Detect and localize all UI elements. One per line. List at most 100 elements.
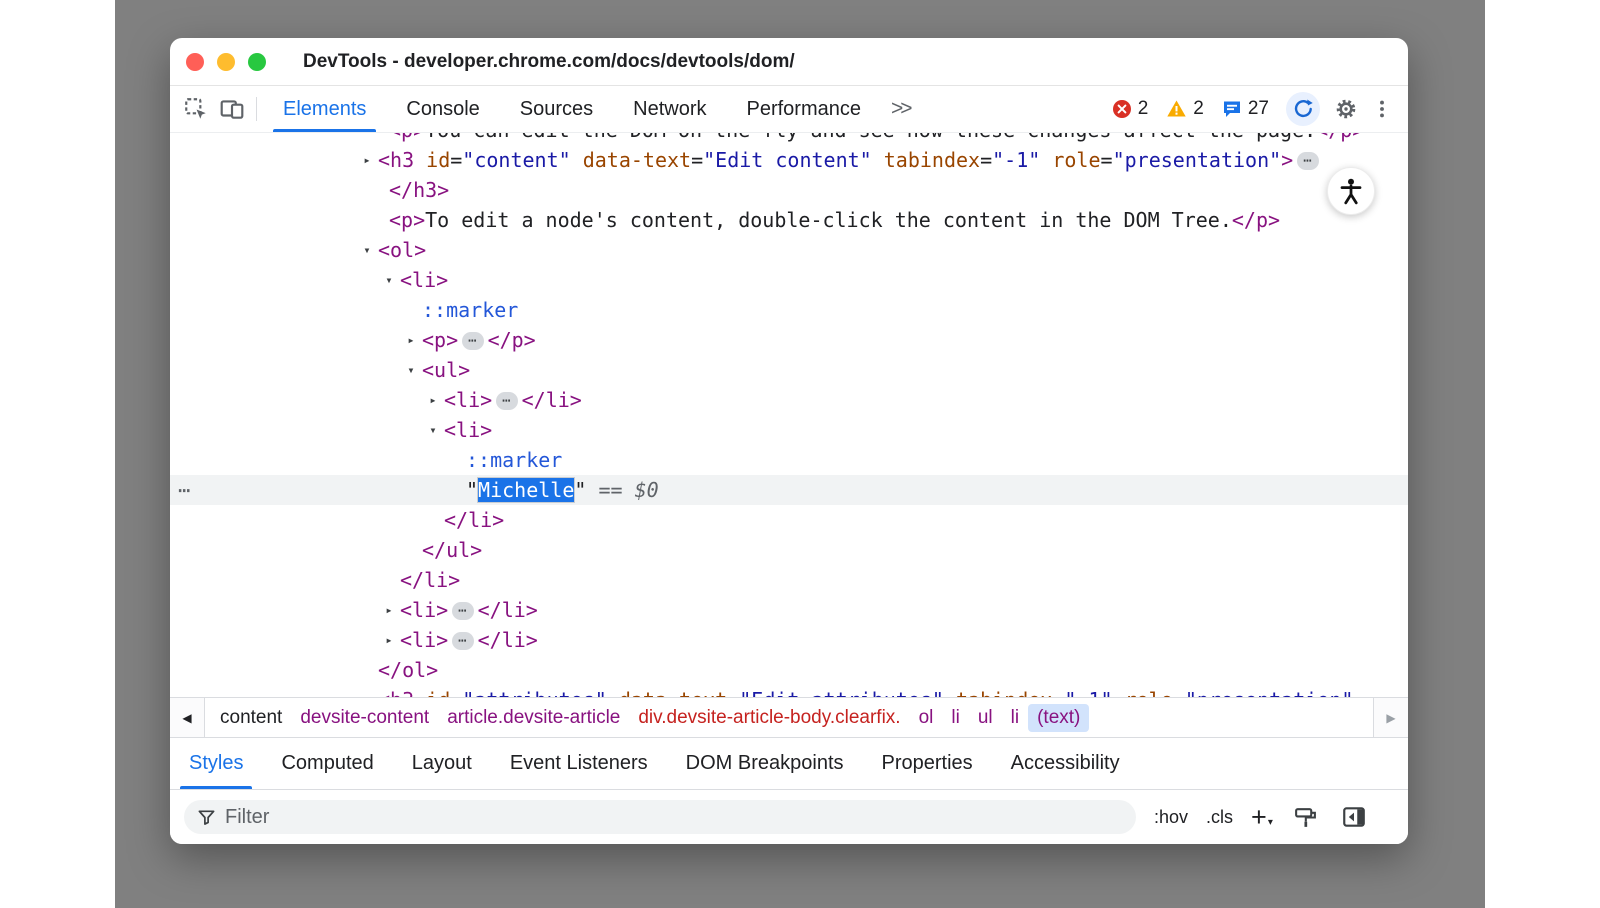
breadcrumb-item-devsite-content[interactable]: devsite-content (291, 704, 438, 732)
dom-tree-row[interactable]: ▸<p>⋯</p> (170, 325, 1408, 355)
right-arrow-icon: ▶ (1386, 711, 1395, 725)
settings-button[interactable] (1328, 91, 1364, 127)
edited-text-selection: Michelle (478, 478, 574, 502)
sidebar-tab-computed[interactable]: Computed (262, 738, 392, 789)
row-tokens: </ol> (378, 655, 438, 685)
new-style-rule-button[interactable]: + ▾ (1251, 805, 1273, 829)
row-tokens: <li>⋯</li> (400, 595, 538, 625)
expand-arrow-icon[interactable]: ▸ (359, 685, 375, 697)
breadcrumb-item-div-devsite-article-body-clearfix[interactable]: div.devsite-article-body.clearfix. (629, 704, 909, 732)
menu-button[interactable] (1364, 91, 1400, 127)
dom-tree-row[interactable]: ▸<li>⋯</li> (170, 385, 1408, 415)
sidebar-tab-styles[interactable]: Styles (170, 738, 262, 789)
dom-tree-row[interactable]: </ul> (170, 535, 1408, 565)
collapse-arrow-icon[interactable]: ▾ (381, 265, 397, 295)
breadcrumb-item-li[interactable]: li (1002, 704, 1028, 732)
row-tokens: <li>⋯</li> (444, 385, 582, 415)
inline-expand-icon[interactable]: ⋯ (1297, 152, 1318, 170)
minimize-button[interactable] (217, 53, 235, 71)
collapse-arrow-icon[interactable]: ▾ (425, 415, 441, 445)
collapse-arrow-icon[interactable]: ▾ (359, 235, 375, 265)
inline-text-editor[interactable]: Michelle (478, 478, 574, 502)
inline-expand-icon[interactable]: ⋯ (452, 632, 473, 650)
breadcrumb-scroll-right[interactable]: ▶ (1373, 698, 1408, 737)
error-badge[interactable]: 2 (1112, 98, 1149, 120)
dom-tree-row[interactable]: ▸<li>⋯ </li> (170, 625, 1408, 655)
breadcrumb-item-ul[interactable]: ul (969, 704, 1002, 732)
inline-expand-icon[interactable]: ⋯ (452, 602, 473, 620)
dom-tree-row[interactable]: <p>To edit a node's content, double-clic… (170, 205, 1408, 235)
inline-expand-icon[interactable]: ⋯ (496, 392, 517, 410)
sidebar-tab-dom-breakpoints[interactable]: DOM Breakpoints (667, 738, 863, 789)
expand-arrow-icon[interactable]: ▸ (381, 625, 397, 655)
dom-tree-row[interactable]: ::marker (170, 295, 1408, 325)
device-frames-icon (219, 96, 245, 122)
inline-expand-icon[interactable]: ⋯ (462, 332, 483, 350)
dom-tree-row[interactable]: ▾<ol> (170, 235, 1408, 265)
expand-arrow-icon[interactable]: ▸ (425, 385, 441, 415)
breadcrumb-item-li[interactable]: li (942, 704, 968, 732)
maximize-button[interactable] (248, 53, 266, 71)
device-toolbar-icon[interactable] (214, 91, 250, 127)
token-val: "Edit content" (703, 148, 872, 172)
token-tag: <p> (422, 328, 458, 352)
close-button[interactable] (186, 53, 204, 71)
expand-arrow-icon[interactable]: ▸ (381, 595, 397, 625)
tab-performance[interactable]: Performance (727, 86, 882, 132)
sync-extension-button[interactable] (1286, 92, 1320, 126)
token-tag: <h3 (378, 148, 414, 172)
token-tag: </li> (478, 628, 538, 652)
token-tag: </p> (1232, 208, 1280, 232)
filter-input[interactable]: Filter (184, 800, 1136, 834)
collapse-arrow-icon[interactable]: ▾ (403, 355, 419, 385)
token-pun: = (1052, 688, 1064, 697)
breadcrumb-item-article-devsite-article[interactable]: article.devsite-article (438, 704, 629, 732)
tab-console[interactable]: Console (386, 86, 499, 132)
sidebar-tab-accessibility[interactable]: Accessibility (992, 738, 1139, 789)
breadcrumb-item-text[interactable]: (text) (1028, 704, 1089, 732)
token-val: "-1" (1064, 688, 1112, 697)
paint-roller-button[interactable] (1291, 803, 1321, 831)
dom-tree-row[interactable]: ▾<li> (170, 265, 1408, 295)
dom-tree-row[interactable]: ::marker (170, 445, 1408, 475)
token-tag: <p> (389, 208, 425, 232)
expand-arrow-icon[interactable]: ▸ (403, 325, 419, 355)
warning-badge[interactable]: 2 (1166, 98, 1204, 120)
dom-tree-row[interactable]: ▸<h3 id="content" data-text="Edit conten… (170, 145, 1408, 175)
tab-elements[interactable]: Elements (263, 86, 386, 132)
sidebar-toggle-button[interactable] (1339, 803, 1369, 831)
element-state-button[interactable]: :hov (1154, 807, 1188, 828)
dom-tree-row[interactable]: ▾<li> (170, 415, 1408, 445)
dom-tree-row[interactable]: </h3> (170, 175, 1408, 205)
tab-sources[interactable]: Sources (500, 86, 613, 132)
expand-arrow-icon[interactable]: ▸ (359, 145, 375, 175)
tab-network[interactable]: Network (613, 86, 726, 132)
breadcrumb-item-ol[interactable]: ol (910, 704, 943, 732)
sidebar-tab-layout[interactable]: Layout (393, 738, 491, 789)
dom-tree-row[interactable]: ⋯"Michelle" == $0 (170, 475, 1408, 505)
row-overflow-icon[interactable]: ⋯ (178, 475, 192, 505)
accessibility-overlay-button[interactable] (1327, 167, 1375, 215)
breadcrumb: ◀ contentdevsite-contentarticle.devsite-… (170, 697, 1408, 737)
dom-tree-row[interactable]: </li> (170, 565, 1408, 595)
sidebar-tab-properties[interactable]: Properties (863, 738, 992, 789)
dom-tree-row[interactable]: ▾<ul> (170, 355, 1408, 385)
row-tokens: ::marker (466, 445, 562, 475)
breadcrumb-scroll-left[interactable]: ◀ (170, 698, 205, 737)
dom-tree-row[interactable]: </ol> (170, 655, 1408, 685)
token-val: "content" (462, 148, 570, 172)
token-tag: <li> (400, 628, 448, 652)
gear-icon (1334, 97, 1358, 121)
sidebar-tab-event-listeners[interactable]: Event Listeners (491, 738, 667, 789)
dom-tree-row[interactable]: </li> (170, 505, 1408, 535)
token-tag: </ul> (422, 538, 482, 562)
token-tag: <h3 (378, 688, 414, 697)
class-toggle-button[interactable]: .cls (1206, 807, 1233, 828)
issues-badge[interactable]: 27 (1222, 98, 1269, 120)
dom-tree-row[interactable]: ▸<li>⋯</li> (170, 595, 1408, 625)
dom-tree-row[interactable]: ▸<h3 id="attributes" data-text="Edit att… (170, 685, 1408, 697)
breadcrumb-item-content[interactable]: content (211, 704, 291, 732)
more-tabs-button[interactable]: >> (881, 97, 920, 121)
inspect-element-icon[interactable] (178, 91, 214, 127)
dom-tree-row[interactable]: <p>You can edit the DOM on the fly and s… (170, 133, 1408, 145)
